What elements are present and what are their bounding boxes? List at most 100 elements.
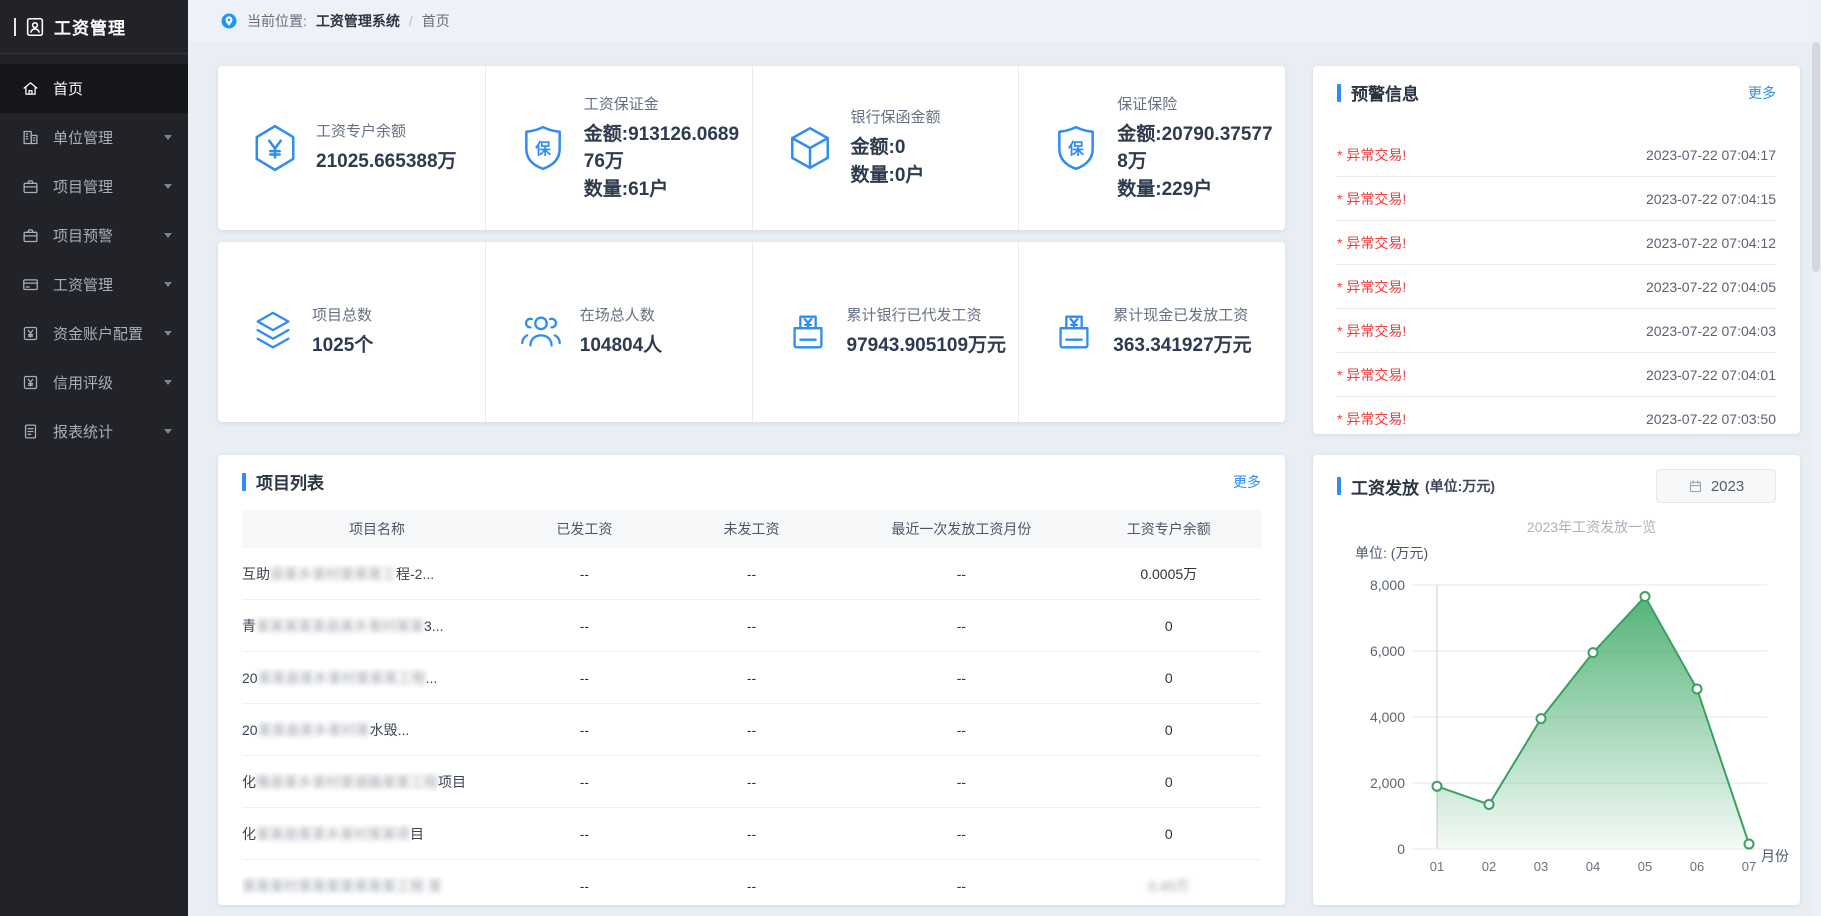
project-row[interactable]: 青某某某某某县某乡某村某某3... -- -- -- 0 xyxy=(242,600,1261,652)
project-list-panel: 项目列表 更多 项目名称已发工资未发工资最近一次发放工资月份工资专户余额 互助县… xyxy=(218,455,1285,905)
stat-value: 1025个 xyxy=(312,332,373,360)
project-name: 20某某县某乡某村某某某工程... xyxy=(242,668,512,688)
project-name: 青某某某某某县某乡某村某某3... xyxy=(242,616,512,636)
sidebar-item-fund-account[interactable]: 资金账户配置 xyxy=(0,309,188,358)
breadcrumb-root[interactable]: 工资管理系统 xyxy=(316,11,400,31)
paid-salary: -- xyxy=(512,618,657,634)
sidebar-item-unit-mgmt[interactable]: 单位管理 xyxy=(0,113,188,162)
project-row[interactable]: 化某某县某某乡某村某某项目 -- -- -- 0 xyxy=(242,808,1261,860)
salary-chart-unit: (单位:万元) xyxy=(1425,476,1495,496)
year-selector[interactable]: 2023 xyxy=(1656,469,1776,503)
unpaid-salary: -- xyxy=(657,566,847,582)
project-name: 20某某县某乡某村某水毁... xyxy=(242,720,512,740)
svg-text:2,000: 2,000 xyxy=(1370,775,1405,791)
project-name: 化隆县某乡某村某道路某某工程项目 xyxy=(242,772,512,792)
scrollbar-thumb[interactable] xyxy=(1812,42,1820,272)
building-icon xyxy=(20,128,40,148)
sidebar-item-project-alert[interactable]: 项目预警 xyxy=(0,211,188,260)
stat-label: 在场总人数 xyxy=(580,304,662,325)
alert-text: * 异常交易! xyxy=(1337,145,1406,165)
year-selector-value: 2023 xyxy=(1711,478,1744,495)
stat-value: 数量:61户 xyxy=(584,176,744,204)
sidebar-item-home[interactable]: 首页 xyxy=(0,64,188,113)
sidebar-item-report-stats[interactable]: 报表统计 xyxy=(0,407,188,456)
svg-text:02: 02 xyxy=(1482,859,1496,874)
alert-row[interactable]: * 异常交易! 2023-07-22 07:03:50 xyxy=(1337,397,1776,434)
accent-bar xyxy=(242,473,246,491)
cube-icon xyxy=(785,123,835,173)
page-scrollbar[interactable] xyxy=(1811,0,1821,916)
stat-label: 累计现金已发放工资 xyxy=(1113,304,1251,325)
account-balance: 0 xyxy=(1077,722,1261,738)
stat-card-onsite-people: 在场总人数 104804人 xyxy=(485,242,752,422)
yen-square-icon xyxy=(20,324,40,344)
project-row[interactable]: 20某某县某乡某村某水毁... -- -- -- 0 xyxy=(242,704,1261,756)
cash-icon xyxy=(1051,309,1097,355)
project-name: 化某某县某某乡某村某某项目 xyxy=(242,824,512,844)
sidebar-item-label: 单位管理 xyxy=(53,127,113,148)
accent-bar xyxy=(1337,477,1341,495)
app-title: 工资管理 xyxy=(54,14,126,39)
stat-card-salary-account-balance: 工资专户余额 21025.665388万 xyxy=(218,66,485,230)
sidebar-item-credit-rating[interactable]: 信用评级 xyxy=(0,358,188,407)
alerts-more-link[interactable]: 更多 xyxy=(1748,83,1776,103)
column-header: 项目名称 xyxy=(242,519,512,539)
project-table: 项目名称已发工资未发工资最近一次发放工资月份工资专户余额 互助县某乡某村某某某工… xyxy=(242,510,1261,905)
project-row[interactable]: 某某某村某某某某某某某工程 某 -- -- -- 0.45万 xyxy=(242,860,1261,905)
svg-text:06: 06 xyxy=(1690,859,1704,874)
sidebar-item-label: 报表统计 xyxy=(53,421,113,442)
last-pay-month: -- xyxy=(846,878,1076,894)
stat-card-bank-paid-total: 累计银行已代发工资 97943.905109万元 xyxy=(752,242,1019,422)
stat-value: 金额:913126.068976万 xyxy=(584,121,744,176)
alert-text: * 异常交易! xyxy=(1337,233,1406,253)
sidebar: 工资管理 首页 单位管理 项目管理 项目预警 工资管理 资金账户配置 信用评级 … xyxy=(0,0,188,916)
project-row[interactable]: 20某某县某乡某村某某某工程... -- -- -- 0 xyxy=(242,652,1261,704)
stat-value: 金额:20790.375778万 xyxy=(1117,121,1277,176)
main-area: 当前位置: 工资管理系统 / 首页 工资专户余额 21025.665388万 保… xyxy=(188,0,1821,916)
svg-text:6,000: 6,000 xyxy=(1370,643,1405,659)
column-header: 未发工资 xyxy=(657,519,847,539)
project-list-more-link[interactable]: 更多 xyxy=(1233,472,1261,492)
last-pay-month: -- xyxy=(846,566,1076,582)
stat-value: 21025.665388万 xyxy=(316,148,457,176)
alert-row[interactable]: * 异常交易! 2023-07-22 07:04:03 xyxy=(1337,309,1776,353)
alert-text: * 异常交易! xyxy=(1337,321,1406,341)
yen-hexagon-icon xyxy=(250,123,300,173)
unpaid-salary: -- xyxy=(657,670,847,686)
project-table-header: 项目名称已发工资未发工资最近一次发放工资月份工资专户余额 xyxy=(242,510,1261,548)
alert-row[interactable]: * 异常交易! 2023-07-22 07:04:15 xyxy=(1337,177,1776,221)
alert-row[interactable]: * 异常交易! 2023-07-22 07:04:01 xyxy=(1337,353,1776,397)
alert-text: * 异常交易! xyxy=(1337,189,1406,209)
home-icon xyxy=(20,79,40,99)
alert-row[interactable]: * 异常交易! 2023-07-22 07:04:12 xyxy=(1337,221,1776,265)
sidebar-item-salary-mgmt[interactable]: 工资管理 xyxy=(0,260,188,309)
breadcrumb-current: 首页 xyxy=(422,11,450,31)
unpaid-salary: -- xyxy=(657,878,847,894)
svg-text:01: 01 xyxy=(1430,859,1444,874)
svg-text:04: 04 xyxy=(1586,859,1600,874)
chevron-down-icon xyxy=(164,282,172,287)
app-root: 工资管理 首页 单位管理 项目管理 项目预警 工资管理 资金账户配置 信用评级 … xyxy=(0,0,1821,916)
svg-text:保: 保 xyxy=(534,139,551,158)
paid-salary: -- xyxy=(512,722,657,738)
paid-salary: -- xyxy=(512,774,657,790)
sidebar-item-project-mgmt[interactable]: 项目管理 xyxy=(0,162,188,211)
project-row[interactable]: 化隆县某乡某村某道路某某工程项目 -- -- -- 0 xyxy=(242,756,1261,808)
stat-label: 工资专户余额 xyxy=(316,120,457,141)
stat-label: 项目总数 xyxy=(312,304,373,325)
alert-timestamp: 2023-07-22 07:04:01 xyxy=(1646,367,1776,383)
svg-text:07: 07 xyxy=(1742,859,1756,874)
stat-card-project-total: 项目总数 1025个 xyxy=(218,242,485,422)
stat-value: 数量:229户 xyxy=(1117,176,1277,204)
alert-row[interactable]: * 异常交易! 2023-07-22 07:04:05 xyxy=(1337,265,1776,309)
chevron-down-icon xyxy=(164,135,172,140)
project-row[interactable]: 互助县某乡某村某某某工程-2... -- -- -- 0.0005万 xyxy=(242,548,1261,600)
cash-icon xyxy=(785,309,831,355)
breadcrumb-separator: / xyxy=(409,13,413,29)
stat-label: 银行保函金额 xyxy=(851,106,941,127)
alert-row[interactable]: * 异常交易! 2023-07-22 07:04:17 xyxy=(1337,133,1776,177)
last-pay-month: -- xyxy=(846,618,1076,634)
alert-text: * 异常交易! xyxy=(1337,365,1406,385)
people-icon xyxy=(518,309,564,355)
account-balance: 0.0005万 xyxy=(1077,564,1261,584)
